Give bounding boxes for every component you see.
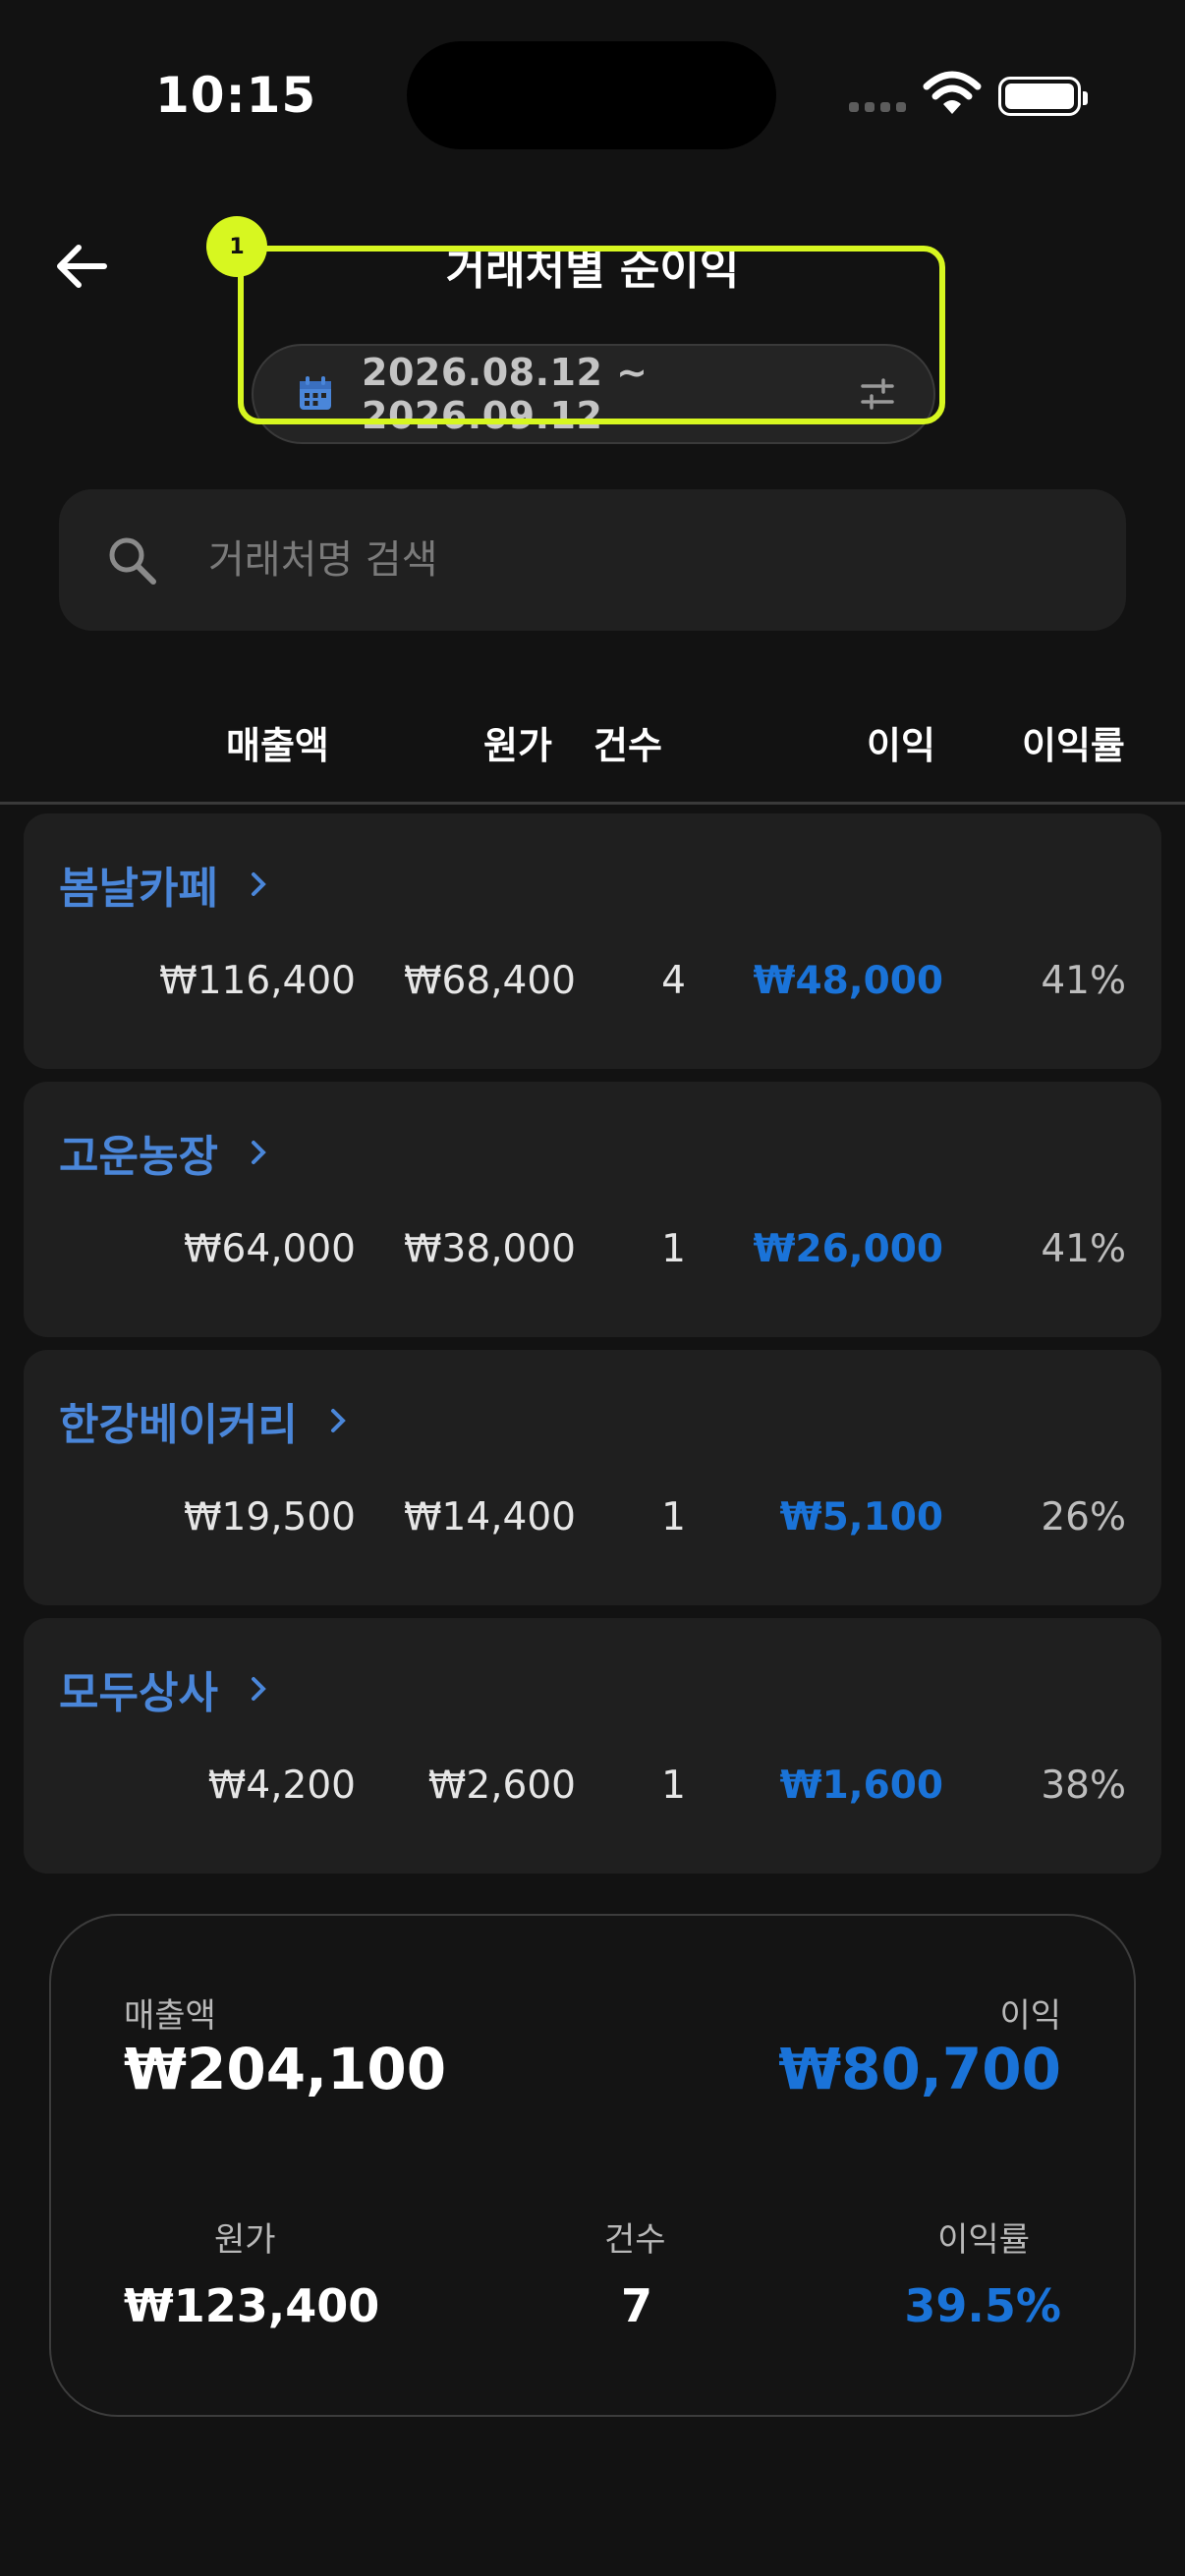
row-cost: ₩14,400 <box>403 1495 576 1540</box>
annotation-highlight-box <box>238 246 945 424</box>
row-count: 4 <box>661 959 686 1003</box>
row-sales: ₩4,200 <box>207 1764 356 1808</box>
row-client-name[interactable]: 봄날카페 <box>59 853 273 916</box>
client-name-label: 고운농장 <box>59 1132 218 1182</box>
summary-count-label: 건수 <box>604 2220 666 2260</box>
row-sales: ₩64,000 <box>183 1227 356 1271</box>
table-row[interactable]: 고운농장 ₩64,000 ₩38,000 1 ₩26,000 41% <box>24 1082 1161 1337</box>
chevron-right-icon <box>330 1409 346 1432</box>
summary-card: 매출액 ₩204,100 이익 ₩80,700 원가 ₩123,400 건수 7… <box>49 1914 1136 2417</box>
row-count: 1 <box>661 1764 686 1808</box>
summary-cost-label: 원가 <box>214 2220 276 2260</box>
summary-profit-label: 이익 <box>999 1996 1061 2036</box>
chevron-right-icon <box>251 1141 266 1164</box>
summary-rate-value: 39.5% <box>904 2279 1061 2332</box>
row-client-name[interactable]: 고운농장 <box>59 1121 273 1184</box>
client-name-label: 모두상사 <box>59 1668 218 1718</box>
chevron-right-icon <box>251 1677 266 1701</box>
table-row[interactable]: 봄날카페 ₩116,400 ₩68,400 4 ₩48,000 41% <box>24 813 1161 1069</box>
search-input[interactable] <box>208 537 994 583</box>
row-rate: 41% <box>1041 1227 1126 1271</box>
summary-sales-label: 매출액 <box>124 1996 216 2036</box>
screen: 10:15 거래처별 순이익 2026.08.12 ~ 2026.09.12 1 <box>0 0 1185 2576</box>
status-time: 10:15 <box>155 67 317 124</box>
client-name-label: 봄날카페 <box>59 864 218 914</box>
header-divider <box>0 802 1185 805</box>
summary-count-value: 7 <box>621 2279 653 2332</box>
column-header-cost: 원가 <box>483 724 552 767</box>
row-count: 1 <box>661 1227 686 1271</box>
cellular-signal-icon <box>849 102 906 112</box>
chevron-right-icon <box>251 872 266 896</box>
table-row[interactable]: 한강베이커리 ₩19,500 ₩14,400 1 ₩5,100 26% <box>24 1350 1161 1605</box>
summary-sales-value: ₩204,100 <box>124 2036 447 2102</box>
dynamic-island <box>407 41 776 149</box>
row-rate: 26% <box>1041 1495 1126 1540</box>
row-rate: 38% <box>1041 1764 1126 1808</box>
row-client-name[interactable]: 모두상사 <box>59 1657 273 1720</box>
client-name-label: 한강베이커리 <box>59 1400 298 1450</box>
column-header-sales: 매출액 <box>226 724 329 767</box>
summary-rate-label: 이익률 <box>937 2220 1030 2260</box>
summary-cost-value: ₩123,400 <box>124 2279 380 2332</box>
row-profit: ₩5,100 <box>779 1495 943 1540</box>
row-client-name[interactable]: 한강베이커리 <box>59 1389 353 1452</box>
row-count: 1 <box>661 1495 686 1540</box>
search-icon <box>109 537 156 585</box>
column-header-rate: 이익률 <box>1022 724 1125 767</box>
table-row[interactable]: 모두상사 ₩4,200 ₩2,600 1 ₩1,600 38% <box>24 1618 1161 1874</box>
row-profit: ₩48,000 <box>753 959 943 1003</box>
annotation-badge: 1 <box>206 216 267 277</box>
row-profit: ₩1,600 <box>779 1764 943 1808</box>
row-sales: ₩19,500 <box>183 1495 356 1540</box>
row-cost: ₩2,600 <box>427 1764 576 1808</box>
wifi-icon <box>923 71 982 114</box>
row-cost: ₩38,000 <box>403 1227 576 1271</box>
row-profit: ₩26,000 <box>753 1227 943 1271</box>
battery-icon <box>998 77 1088 116</box>
search-bar[interactable] <box>59 489 1126 631</box>
row-cost: ₩68,400 <box>403 959 576 1003</box>
summary-profit-value: ₩80,700 <box>778 2036 1061 2102</box>
row-rate: 41% <box>1041 959 1126 1003</box>
column-header-count: 건수 <box>593 724 662 767</box>
row-sales: ₩116,400 <box>159 959 356 1003</box>
column-header-profit: 이익 <box>867 724 935 767</box>
